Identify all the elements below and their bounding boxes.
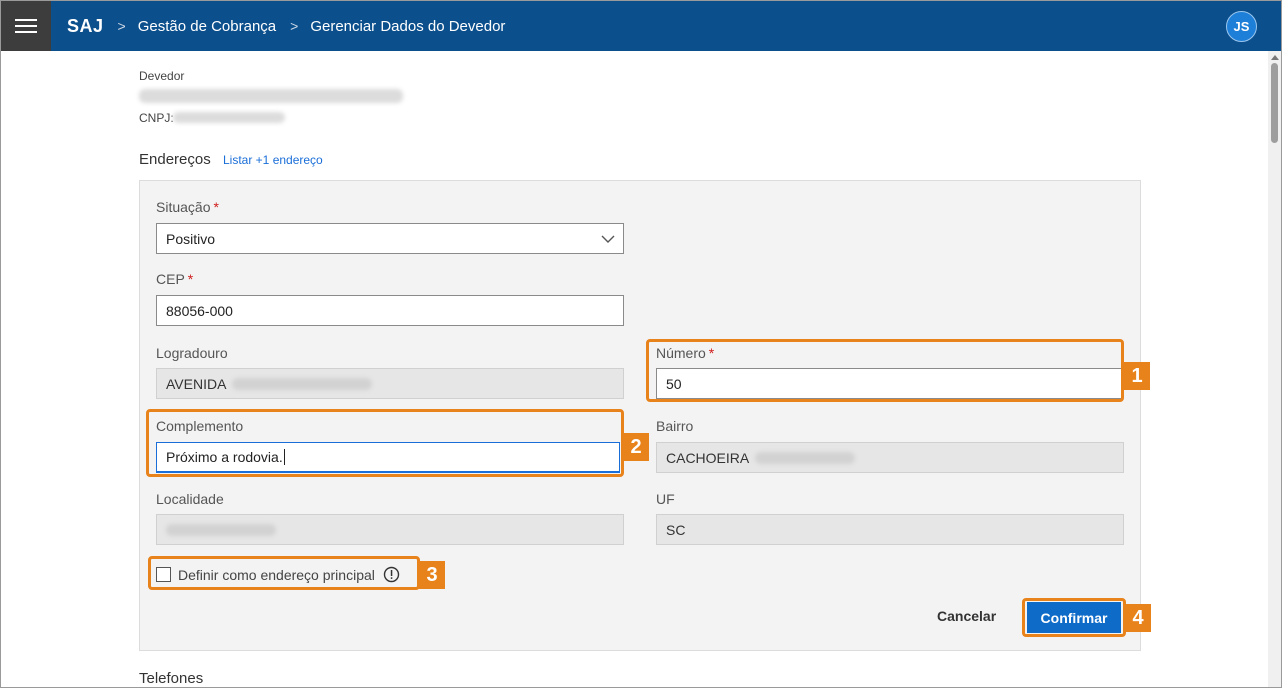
annotation-badge-3: 3 (419, 561, 445, 589)
user-avatar[interactable]: JS (1226, 11, 1257, 42)
required-mark: * (213, 199, 219, 215)
situacao-select[interactable]: Positivo (156, 223, 624, 254)
uf-input: SC (656, 514, 1124, 545)
chevron-right-icon: > (117, 18, 126, 34)
app-window: SAJ > Gestão de Cobrança > Gerenciar Dad… (0, 0, 1282, 688)
highlight-box-2 (146, 409, 624, 477)
telefones-title: Telefones (139, 670, 204, 687)
cnpj-value-redacted (173, 112, 285, 123)
cep-value: 88056-000 (166, 302, 233, 319)
bairro-label: Bairro (656, 418, 694, 434)
cancel-button[interactable]: Cancelar (937, 608, 996, 624)
vertical-scrollbar[interactable] (1268, 51, 1281, 687)
uf-value: SC (666, 521, 686, 538)
logradouro-input: AVENIDA (156, 368, 624, 399)
logradouro-value: AVENIDA (166, 375, 227, 392)
uf-label: UF (656, 491, 675, 507)
hamburger-menu-button[interactable] (1, 1, 51, 51)
chevron-right-icon: > (290, 18, 299, 34)
breadcrumb-gerenciar-devedor: Gerenciar Dados do Devedor (310, 17, 506, 35)
chevron-down-icon (601, 235, 615, 243)
localidade-label: Localidade (156, 491, 224, 507)
breadcrumb-gestao-cobranca[interactable]: Gestão de Cobrança (138, 18, 276, 35)
logradouro-redacted (232, 377, 373, 390)
bairro-input: CACHOEIRA (656, 442, 1124, 473)
cep-label: CEP * (156, 271, 194, 287)
devedor-name-redacted (139, 89, 403, 103)
annotation-badge-2: 2 (623, 433, 649, 461)
highlight-box-1 (646, 339, 1124, 402)
cnpj-label: CNPJ: (139, 111, 174, 125)
bairro-redacted (755, 451, 856, 464)
bairro-value: CACHOEIRA (666, 449, 750, 466)
highlight-box-3 (148, 556, 420, 590)
situacao-label: Situação * (156, 199, 219, 215)
list-addresses-link[interactable]: Listar +1 endereço (223, 153, 323, 167)
situacao-value: Positivo (166, 230, 216, 247)
localidade-redacted (166, 523, 276, 536)
annotation-badge-1: 1 (1124, 362, 1150, 390)
cep-input[interactable]: 88056-000 (156, 295, 624, 326)
devedor-label: Devedor (139, 69, 185, 83)
required-mark: * (187, 271, 194, 287)
top-bar: SAJ > Gestão de Cobrança > Gerenciar Dad… (1, 1, 1281, 51)
highlight-box-4 (1022, 598, 1126, 637)
scroll-up-arrow-icon[interactable] (1271, 55, 1279, 60)
logradouro-label: Logradouro (156, 345, 228, 361)
annotation-badge-4: 4 (1125, 604, 1151, 632)
enderecos-title: Endereços (139, 151, 211, 168)
menu-icon (15, 19, 37, 33)
brand-logo[interactable]: SAJ (67, 16, 104, 37)
scrollbar-thumb[interactable] (1271, 63, 1278, 143)
localidade-input (156, 514, 624, 545)
